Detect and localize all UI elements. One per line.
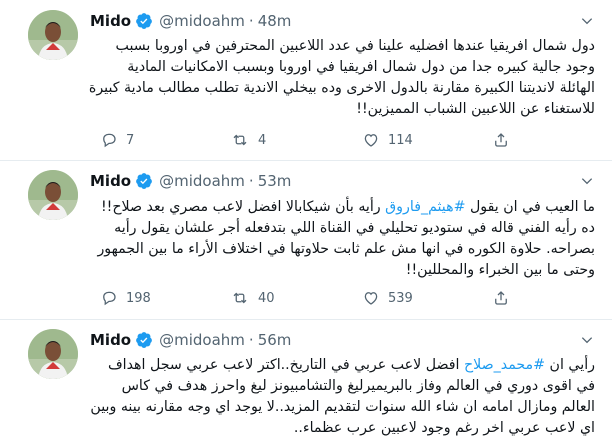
reply-button[interactable]: 7 (100, 130, 134, 150)
author-handle[interactable]: @midoahm (159, 12, 245, 30)
avatar[interactable] (28, 329, 78, 379)
verified-badge-icon (135, 172, 153, 190)
timestamp[interactable]: 53m (258, 172, 292, 190)
retweet-icon (230, 131, 250, 149)
share-button[interactable] (492, 288, 510, 308)
avatar[interactable] (28, 170, 78, 220)
tweet-text-part: ما العيب في ان يقول (465, 199, 595, 215)
tweet-header: Mido @midoahm · 48m (90, 10, 291, 32)
like-count: 539 (388, 290, 413, 306)
reply-icon (100, 289, 118, 307)
separator-dot: · (248, 12, 254, 30)
hashtag-link[interactable]: #هيثم_فاروق (385, 199, 465, 215)
verified-badge-icon (135, 12, 153, 30)
hashtag-link[interactable]: #محمد_صلاح (464, 357, 545, 373)
verified-badge-icon (135, 331, 153, 349)
author-name[interactable]: Mido (90, 331, 131, 349)
like-count: 114 (388, 132, 413, 148)
author-handle[interactable]: @midoahm (159, 331, 245, 349)
share-icon (492, 131, 510, 149)
tweet-actions: 198 40 539 (100, 288, 600, 308)
chevron-down-icon[interactable] (576, 329, 598, 351)
heart-icon (362, 131, 380, 149)
like-button[interactable]: 114 (362, 130, 413, 150)
timestamp[interactable]: 48m (258, 12, 292, 30)
separator-dot: · (248, 331, 254, 349)
retweet-icon (230, 289, 250, 307)
retweet-count: 40 (258, 290, 275, 306)
chevron-down-icon[interactable] (576, 10, 598, 32)
tweet-text: ما العيب في ان يقول #هيثم_فاروق رأيه بأن… (88, 197, 595, 281)
heart-icon (362, 289, 380, 307)
retweet-button[interactable]: 40 (230, 288, 275, 308)
author-handle[interactable]: @midoahm (159, 172, 245, 190)
share-icon (492, 289, 510, 307)
reply-count: 198 (126, 290, 151, 306)
retweet-button[interactable]: 4 (230, 130, 266, 150)
tweet-actions: 7 4 114 (100, 130, 600, 150)
tweet-text: دول شمال افريقيا عندها افضليه علينا في ع… (88, 38, 595, 117)
retweet-count: 4 (258, 132, 267, 148)
separator-dot: · (248, 172, 254, 190)
timestamp[interactable]: 56m (258, 331, 292, 349)
reply-icon (100, 131, 118, 149)
like-button[interactable]: 539 (362, 288, 413, 308)
reply-button[interactable]: 198 (100, 288, 151, 308)
tweet[interactable]: Mido @midoahm · 56m رأيي ان #محمد_صلاح ا… (0, 319, 612, 445)
tweet-header: Mido @midoahm · 53m (90, 170, 291, 192)
reply-count: 7 (126, 132, 135, 148)
tweet-text-part: رأيي ان (545, 357, 595, 373)
avatar[interactable] (28, 10, 78, 60)
tweet[interactable]: Mido @midoahm · 53m ما العيب في ان يقول … (0, 160, 612, 320)
share-button[interactable] (492, 130, 510, 150)
author-name[interactable]: Mido (90, 12, 131, 30)
chevron-down-icon[interactable] (576, 170, 598, 192)
tweet[interactable]: Mido @midoahm · 48m دول شمال افريقيا عند… (0, 0, 612, 161)
author-name[interactable]: Mido (90, 172, 131, 190)
tweet-text: رأيي ان #محمد_صلاح افضل لاعب عربي في الت… (88, 355, 595, 439)
tweet-header: Mido @midoahm · 56m (90, 329, 291, 351)
